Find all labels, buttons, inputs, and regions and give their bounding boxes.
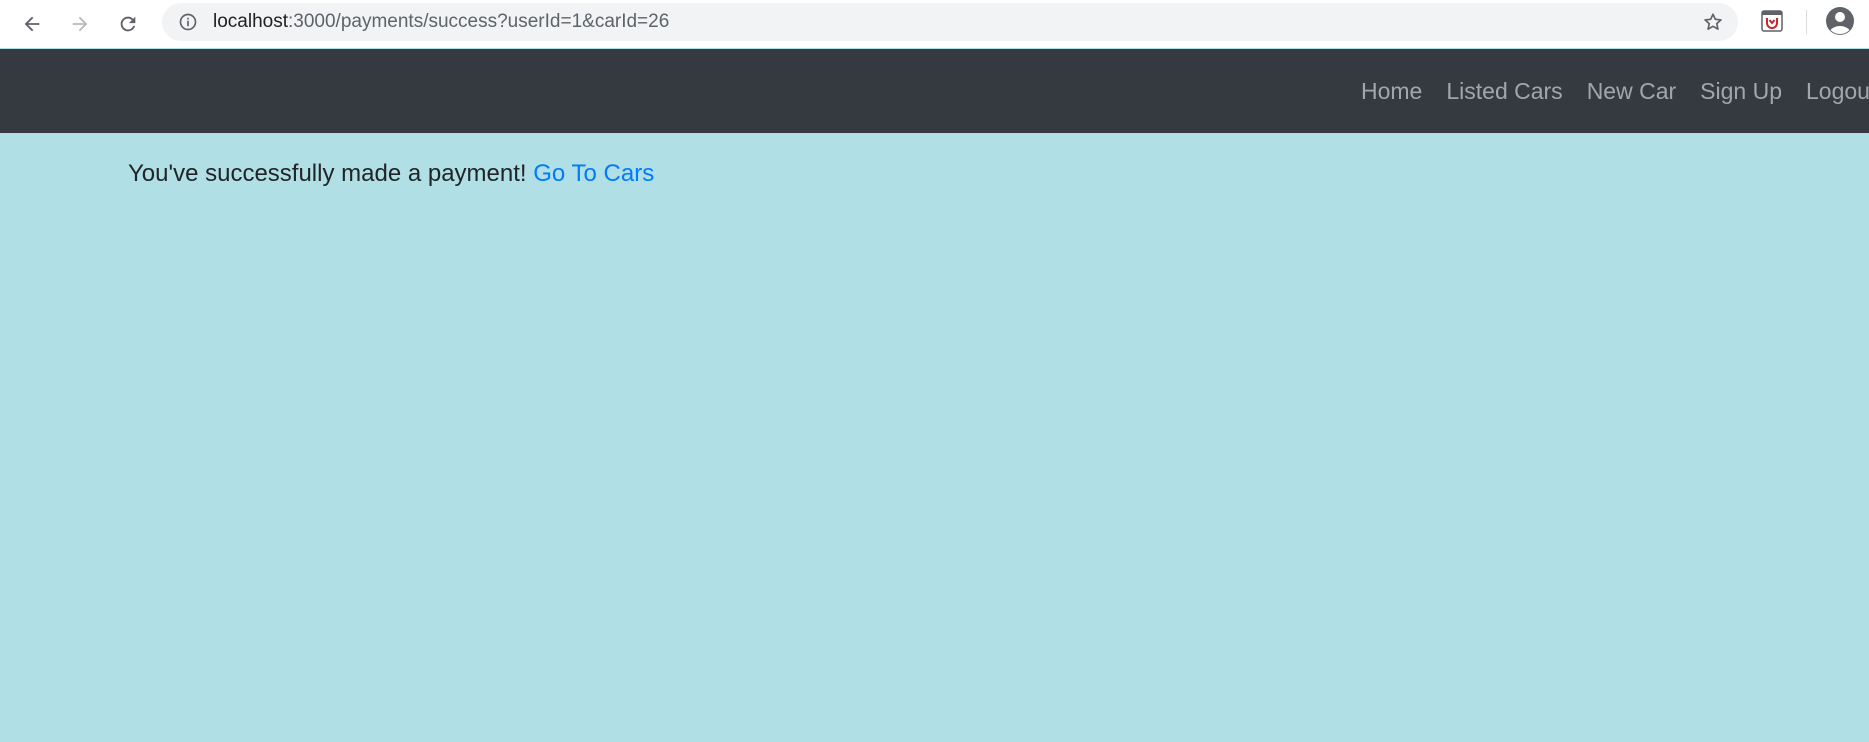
info-icon[interactable] [178, 12, 198, 32]
extension-icon[interactable] [1759, 8, 1785, 34]
address-bar[interactable]: localhost:3000/payments/success?userId=1… [162, 3, 1738, 41]
go-to-cars-link[interactable]: Go To Cars [533, 160, 654, 187]
forward-button[interactable] [62, 6, 98, 42]
nav-links: Home Listed Cars New Car Sign Up Logout [1349, 49, 1869, 133]
url-text[interactable]: localhost:3000/payments/success?userId=1… [213, 12, 669, 32]
success-text: You've successfully made a payment! [128, 160, 527, 187]
url-host: localhost [213, 11, 288, 32]
nav-link-logout[interactable]: Logout [1794, 78, 1869, 105]
toolbar-divider [1806, 10, 1807, 34]
top-navbar: Home Listed Cars New Car Sign Up Logout [0, 49, 1869, 133]
payment-success-message: You've successfully made a payment! Go T… [128, 160, 654, 188]
profile-icon[interactable] [1824, 5, 1856, 37]
nav-link-sign-up[interactable]: Sign Up [1688, 78, 1794, 105]
url-path: :3000/payments/success?userId=1&carId=26 [288, 11, 670, 32]
nav-link-new-car[interactable]: New Car [1575, 78, 1688, 105]
reload-button[interactable] [110, 6, 146, 42]
back-button[interactable] [14, 6, 50, 42]
forward-arrow-icon [72, 16, 88, 32]
nav-link-home[interactable]: Home [1349, 78, 1434, 105]
browser-toolbar: localhost:3000/payments/success?userId=1… [0, 0, 1869, 48]
reload-icon [120, 16, 136, 32]
star-icon[interactable] [1702, 11, 1724, 33]
nav-link-listed-cars[interactable]: Listed Cars [1434, 78, 1574, 105]
back-arrow-icon [24, 16, 40, 32]
